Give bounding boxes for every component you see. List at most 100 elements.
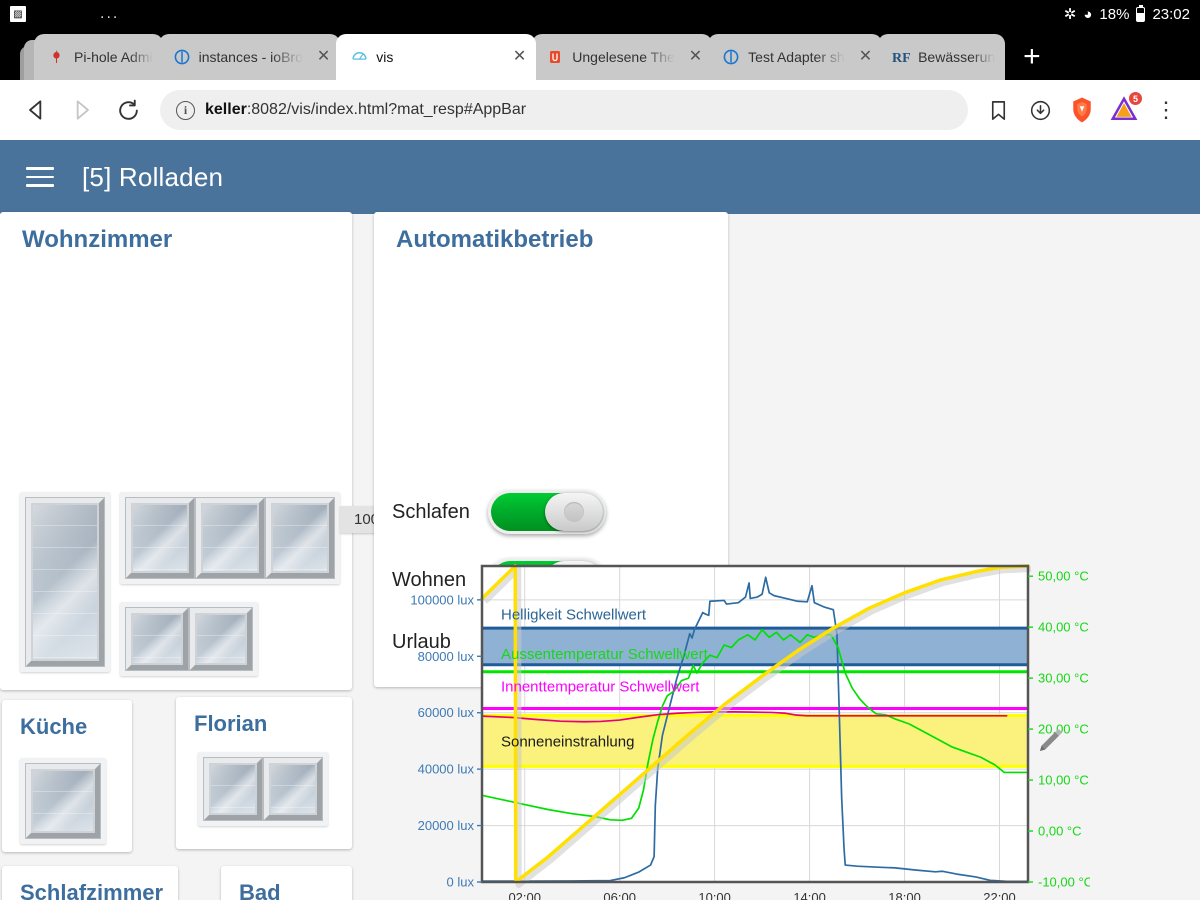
hamburger-menu-icon[interactable]: [26, 161, 54, 193]
shutter-pane[interactable]: [25, 497, 105, 667]
brave-shields-icon[interactable]: [1062, 90, 1102, 130]
svg-text:RF: RF: [892, 51, 910, 65]
browser-tab-pihole[interactable]: Pi-hole Admi: [34, 34, 163, 80]
browser-tab-vis[interactable]: vis ✕: [336, 34, 537, 80]
card-schlafzimmer: Schlafzimmer: [2, 866, 178, 900]
card-wohnzimmer: Wohnzimmer: [0, 212, 352, 690]
chart-annotation-label: Helligkeit Schwellwert: [501, 607, 647, 624]
rf-icon: RF: [892, 48, 910, 66]
chart-ytick-right: 40,00 °C: [1038, 620, 1089, 635]
battery-icon: [1136, 4, 1146, 22]
browser-tab-strip: Pi-hole Admi instances - ioBro ✕ vis ✕ U…: [0, 28, 1200, 80]
chart-ytick-right: 30,00 °C: [1038, 671, 1089, 686]
shutter-triple-window[interactable]: [120, 492, 340, 584]
browser-tab-label: vis: [376, 49, 394, 65]
chart-ytick-right: 10,00 °C: [1038, 773, 1089, 788]
chart-xtick: 10:00: [698, 890, 731, 900]
shutter-pane[interactable]: [203, 757, 263, 821]
status-clock: 23:02: [1152, 5, 1190, 23]
kebab-menu-icon[interactable]: ⋮: [1146, 90, 1186, 130]
chart-ytick-right: -10,00 °C: [1038, 875, 1090, 890]
chart-xtick: 22:00: [983, 890, 1016, 900]
url-bar[interactable]: i keller:8082/vis/index.html?mat_resp#Ap…: [160, 90, 968, 130]
tab-close-icon[interactable]: ✕: [507, 49, 526, 65]
browser-tab-bewaesserung[interactable]: RF Bewässerun: [878, 34, 1006, 80]
shutter-florian[interactable]: [198, 752, 328, 826]
pihole-icon: [48, 48, 66, 66]
toggle-label-schlafen: Schlafen: [392, 500, 470, 523]
card-florian: Florian: [176, 697, 352, 849]
brave-rewards-icon[interactable]: 5: [1104, 90, 1144, 130]
tab-close-icon[interactable]: ✕: [853, 49, 872, 65]
tab-close-icon[interactable]: ✕: [683, 49, 702, 65]
browser-tab-label: Bewässerun: [918, 49, 996, 65]
chart-annotation-label: Aussentemperatur Schwellwert: [501, 646, 709, 663]
chart-ytick-left: 100000 lux: [410, 592, 474, 607]
toggle-knob: [545, 493, 603, 531]
shutter-pane[interactable]: [263, 757, 323, 821]
card-title-bad: Bad: [239, 880, 281, 900]
app-bar: [5] Rolladen: [0, 140, 1200, 214]
wifi-icon: ◕: [1083, 5, 1093, 23]
tab-close-icon[interactable]: ✕: [311, 49, 330, 65]
vis-page-content: Wohnzimmer 100% Automatikbetrieb: [0, 212, 1200, 900]
bluetooth-icon: ✲: [1063, 5, 1077, 23]
chart-annotation-label: Innenttemperatur Schwellwert: [501, 679, 700, 696]
url-text: keller:8082/vis/index.html?mat_resp#AppB…: [205, 101, 526, 119]
page-title: [5] Rolladen: [82, 161, 224, 192]
app-notification-icon: ▨: [10, 6, 26, 22]
browser-tab-instances[interactable]: instances - ioBro ✕: [158, 34, 341, 80]
shutter-pane[interactable]: [125, 607, 189, 671]
shutter-pane[interactable]: [265, 497, 335, 579]
reload-icon[interactable]: [106, 88, 150, 132]
toggle-switch-schlafen[interactable]: [488, 490, 606, 534]
forward-arrow-icon[interactable]: [60, 88, 104, 132]
url-host: keller: [205, 101, 247, 118]
chart-xtick: 18:00: [888, 890, 921, 900]
vis-icon: [350, 48, 368, 66]
status-overflow-dots: ...: [100, 5, 120, 22]
back-arrow-icon[interactable]: [14, 88, 58, 132]
shutter-pane[interactable]: [25, 763, 101, 839]
browser-tab-label: Test Adapter sh: [748, 49, 845, 65]
iobroker-icon: [722, 48, 740, 66]
rewards-count-badge: 5: [1129, 92, 1142, 105]
shutter-pane[interactable]: [195, 497, 265, 579]
forum-icon: [546, 48, 564, 66]
iobroker-icon: [173, 48, 191, 66]
card-title-kueche: Küche: [20, 714, 88, 739]
pencil-edit-icon[interactable]: [1035, 726, 1065, 761]
card-title-florian: Florian: [194, 711, 268, 736]
url-path: :8082/vis/index.html?mat_resp#AppBar: [246, 101, 527, 118]
browser-tab-test-adapter[interactable]: Test Adapter sh ✕: [708, 34, 883, 80]
bookmark-icon[interactable]: [978, 90, 1018, 130]
chart-ytick-right: 0,00 °C: [1038, 824, 1082, 839]
new-tab-button[interactable]: +: [1023, 42, 1041, 72]
battery-percent-label: 18%: [1099, 5, 1130, 23]
download-icon[interactable]: [1020, 90, 1060, 130]
browser-tab-label: Pi-hole Admi: [74, 49, 153, 65]
shutter-kueche[interactable]: [20, 758, 106, 844]
shutter-pane[interactable]: [125, 497, 195, 579]
shutter-balcony-door[interactable]: [20, 492, 110, 672]
shutter-double-window[interactable]: [120, 602, 258, 676]
card-title-wohnzimmer: Wohnzimmer: [22, 226, 173, 253]
browser-tab-forum[interactable]: Ungelesene The ✕: [532, 34, 713, 80]
chart-ytick-left: 0 lux: [447, 875, 475, 890]
chart-annotation-label: Sonneneinstrahlung: [501, 734, 634, 751]
info-icon[interactable]: i: [176, 100, 195, 120]
chart-xtick: 06:00: [603, 890, 636, 900]
card-title-automatikbetrieb: Automatikbetrieb: [396, 226, 594, 253]
chart-ytick-left: 40000 lux: [418, 762, 475, 777]
card-bad: Bad: [221, 866, 352, 900]
browser-tab-label: Ungelesene The: [572, 49, 675, 65]
chart-ytick-left: 20000 lux: [418, 818, 475, 833]
chart-svg[interactable]: Helligkeit Schwellwert Aussentemperatur S…: [390, 554, 1093, 900]
shutter-pane[interactable]: [189, 607, 253, 671]
browser-address-bar: i keller:8082/vis/index.html?mat_resp#Ap…: [0, 80, 1200, 140]
history-chart[interactable]: Helligkeit Schwellwert Aussentemperatur S…: [390, 554, 1093, 900]
toggle-row-schlafen: Schlafen: [392, 490, 606, 534]
card-kueche: Küche: [2, 700, 132, 852]
chart-ytick-left: 80000 lux: [418, 649, 475, 664]
chart-ytick-left: 60000 lux: [418, 705, 475, 720]
